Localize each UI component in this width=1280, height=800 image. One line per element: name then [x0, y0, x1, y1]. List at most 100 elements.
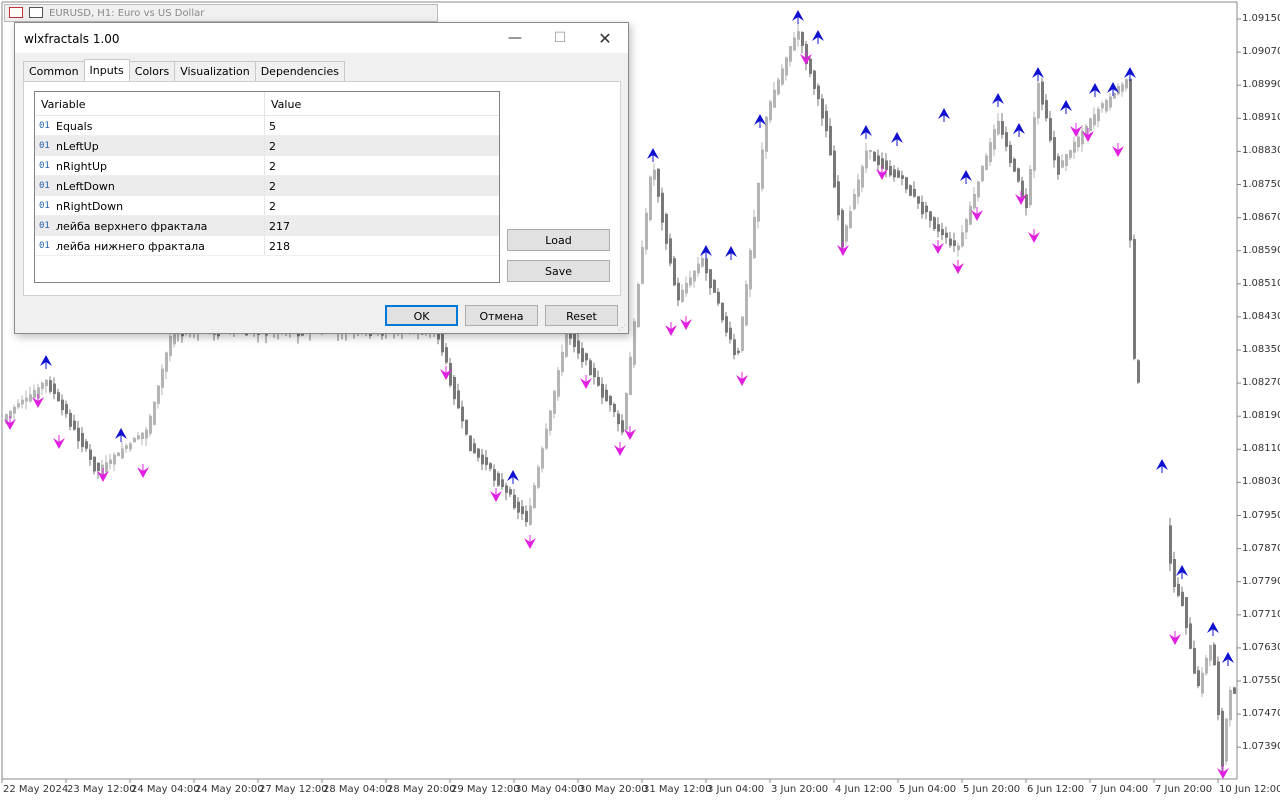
- price-label: 1.07710: [1242, 608, 1280, 620]
- candle-body: [573, 333, 576, 348]
- candle-body: [129, 443, 132, 450]
- resize-grip-icon[interactable]: ⋰: [618, 323, 626, 332]
- variable-value[interactable]: 217: [265, 216, 290, 235]
- candle-body: [957, 245, 960, 251]
- variable-value[interactable]: 2: [265, 196, 276, 215]
- candle-body: [113, 454, 116, 465]
- fractal-down-arrow: [680, 316, 692, 330]
- close-button[interactable]: ✕: [582, 23, 628, 53]
- time-label: 10 Jun 12:00: [1219, 784, 1280, 795]
- candle-body: [1029, 169, 1032, 206]
- candle-body: [813, 70, 816, 89]
- candle-body: [49, 380, 52, 392]
- cancel-button[interactable]: Отмена: [465, 305, 538, 326]
- candle-body: [649, 176, 652, 221]
- candle-body: [1069, 150, 1072, 158]
- tab-inputs[interactable]: Inputs: [83, 59, 130, 81]
- table-row[interactable]: 01 Equals 5: [35, 116, 499, 136]
- maximize-button[interactable]: ☐: [537, 23, 583, 53]
- table-row[interactable]: 01 nRightUp 2: [35, 156, 499, 176]
- candle-body: [1137, 360, 1140, 383]
- table-row[interactable]: 01 nRightDown 2: [35, 196, 499, 216]
- candle-body: [889, 166, 892, 176]
- candle-body: [721, 302, 724, 321]
- variable-name: nLeftUp: [56, 140, 99, 153]
- time-label: 6 Jun 12:00: [1027, 784, 1085, 795]
- fractal-up-arrow: [1089, 83, 1101, 97]
- column-header-value[interactable]: Value: [265, 92, 301, 115]
- save-button[interactable]: Save: [507, 260, 610, 282]
- fractal-up-arrow: [1207, 622, 1219, 636]
- fractal-up-arrow: [960, 170, 972, 184]
- load-button[interactable]: Load: [507, 229, 610, 251]
- candle-body: [817, 85, 820, 100]
- candle-body: [613, 403, 616, 413]
- candle-body: [497, 473, 500, 486]
- tab-dependencies[interactable]: Dependencies: [254, 61, 345, 81]
- candle-body: [1117, 86, 1120, 95]
- integer-type-icon: 01: [39, 141, 50, 151]
- candle-body: [565, 334, 568, 357]
- candle-body: [169, 336, 172, 357]
- candle-body: [453, 376, 456, 400]
- candle-body: [1109, 96, 1112, 108]
- candle-body: [861, 166, 864, 188]
- variable-value[interactable]: 2: [265, 176, 276, 195]
- variable-value[interactable]: 5: [265, 116, 276, 135]
- fractal-down-arrow: [1112, 143, 1124, 157]
- candle-body: [121, 448, 124, 459]
- variable-value[interactable]: 218: [265, 236, 290, 255]
- candle-body: [457, 390, 460, 409]
- tab-colors[interactable]: Colors: [128, 61, 176, 81]
- variable-name: nLeftDown: [56, 180, 115, 193]
- dialog-titlebar[interactable]: wlxfractals 1.00 — ☐ ✕: [15, 23, 628, 53]
- price-label: 1.08990: [1242, 79, 1280, 91]
- table-row[interactable]: 01 лейба нижнего фрактала 218: [35, 236, 499, 256]
- variable-value[interactable]: 2: [265, 156, 276, 175]
- candle-body: [1205, 657, 1208, 674]
- candle-body: [801, 32, 804, 46]
- tab-visualization[interactable]: Visualization: [174, 61, 256, 81]
- candle-body: [585, 353, 588, 361]
- candle-body: [545, 428, 548, 449]
- price-label: 1.08190: [1242, 410, 1280, 422]
- candle-body: [153, 401, 156, 425]
- fractal-up-arrow: [792, 10, 804, 24]
- ok-button[interactable]: OK: [385, 305, 458, 326]
- candle-body: [969, 205, 972, 225]
- dialog-title: wlxfractals 1.00: [24, 32, 120, 46]
- candle-body: [849, 211, 852, 229]
- candle-body: [1201, 672, 1204, 694]
- minimize-button[interactable]: —: [492, 23, 538, 53]
- candle-body: [789, 46, 792, 62]
- candle-body: [461, 406, 464, 422]
- price-label: 1.07630: [1242, 641, 1280, 653]
- time-label: 4 Jun 12:00: [835, 784, 893, 795]
- fractal-down-arrow: [932, 240, 944, 254]
- table-row[interactable]: 01 лейба верхнего фрактала 217: [35, 216, 499, 236]
- column-header-variable[interactable]: Variable: [35, 92, 265, 115]
- table-row[interactable]: 01 nLeftDown 2: [35, 176, 499, 196]
- candle-body: [785, 57, 788, 76]
- candle-body: [1105, 100, 1108, 112]
- variable-value[interactable]: 2: [265, 136, 276, 155]
- candle-body: [733, 339, 736, 356]
- candle-body: [109, 459, 112, 464]
- candle-body: [125, 445, 128, 449]
- tab-common[interactable]: Common: [23, 61, 85, 81]
- candle-body: [997, 120, 1000, 135]
- table-row[interactable]: 01 nLeftUp 2: [35, 136, 499, 156]
- candle-body: [501, 479, 504, 488]
- variable-name: лейба верхнего фрактала: [56, 220, 208, 233]
- candle-body: [681, 289, 684, 302]
- inputs-table: Variable Value 01 Equals 5 01 nLeftUp 2 01…: [34, 91, 500, 283]
- integer-type-icon: 01: [39, 221, 50, 231]
- candle-body: [525, 510, 528, 523]
- candle-body: [117, 452, 120, 457]
- candle-body: [557, 370, 560, 397]
- chart-window-icon: [29, 7, 43, 18]
- candle-body: [905, 177, 908, 190]
- reset-button[interactable]: Reset: [545, 305, 618, 326]
- background-chart-window-title[interactable]: EURUSD, H1: Euro vs US Dollar: [4, 4, 438, 22]
- fractal-down-arrow: [1217, 765, 1229, 779]
